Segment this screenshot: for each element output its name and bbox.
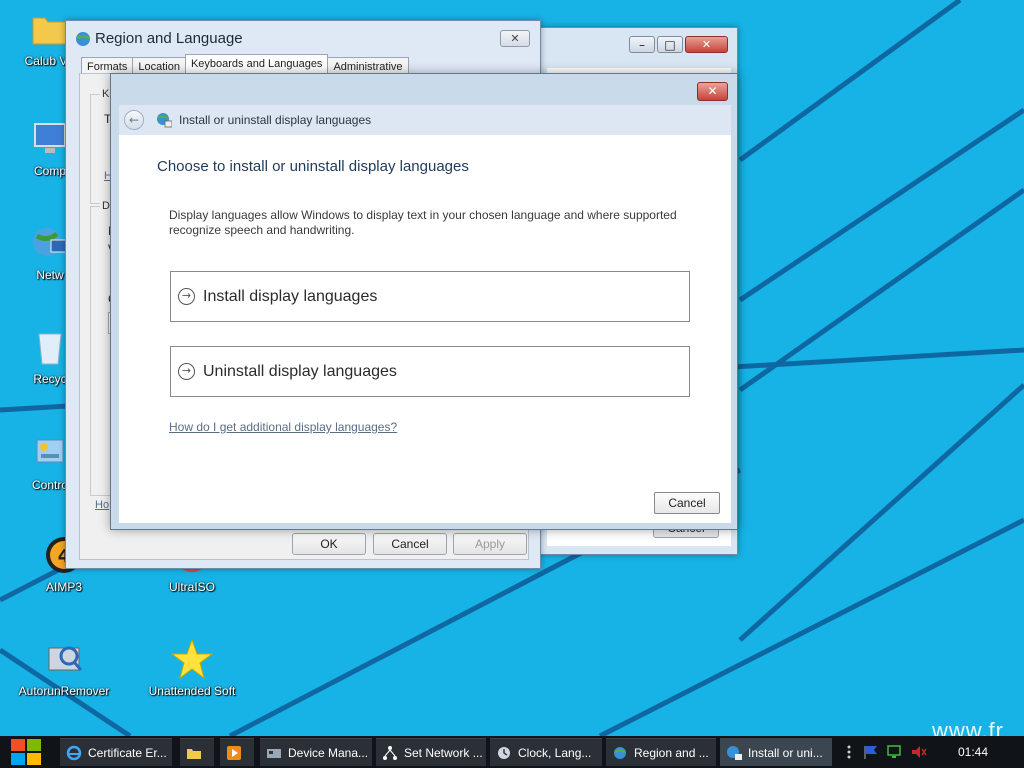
taskbar-item-device-manager[interactable]: Device Mana... — [260, 738, 372, 766]
globe-icon — [76, 32, 90, 46]
region-icon — [614, 746, 626, 759]
taskbar-item-set-network[interactable]: Set Network ... — [376, 738, 486, 766]
page-heading: Choose to install or uninstall display l… — [157, 158, 469, 175]
additional-languages-help-link[interactable]: How do I get additional display language… — [169, 420, 397, 434]
dialog-title: Install or uninstall display languages — [179, 113, 372, 127]
ie-icon — [66, 745, 82, 760]
ok-button[interactable]: OK — [292, 533, 366, 555]
taskbar-item-region[interactable]: Region and ... — [606, 738, 716, 766]
tab-keyboards-languages[interactable]: Keyboards and Languages — [184, 54, 329, 75]
taskbar-item-install-language[interactable]: Install or uni... — [720, 738, 832, 766]
window-title: Region and Language — [95, 30, 243, 47]
uninstall-display-languages-button[interactable]: → Uninstall display languages — [170, 346, 690, 397]
taskbar: Certificate Er... Device Mana... Set Net… — [0, 736, 1024, 768]
flag-icon[interactable] — [862, 744, 880, 760]
install-display-languages-button[interactable]: → Install display languages — [170, 271, 690, 322]
taskbar-item-label: Certificate Er... — [88, 745, 167, 760]
desktop-icon-label: Unattended Soft — [148, 684, 236, 698]
back-button[interactable]: ← — [124, 110, 144, 130]
close-button[interactable]: ✕ — [685, 36, 728, 53]
desktop-icon-unattended[interactable]: Unattended Soft — [142, 638, 242, 698]
taskbar-item-label: Install or uni... — [748, 745, 823, 760]
desktop-icon-label: AutorunRemover — [18, 684, 110, 698]
explorer-folder-icon — [187, 748, 201, 759]
windows-logo-icon — [11, 739, 41, 765]
autorun-remover-icon — [43, 638, 85, 680]
minimize-button[interactable]: – — [629, 36, 655, 53]
cancel-button[interactable]: Cancel — [654, 492, 720, 514]
cancel-button[interactable]: Cancel — [373, 533, 447, 555]
star-icon — [170, 638, 214, 680]
network-icon — [383, 745, 397, 760]
maximize-button[interactable]: □ — [657, 36, 683, 53]
help-link[interactable]: Ho — [95, 499, 109, 511]
system-tray — [840, 736, 950, 768]
taskbar-item-media-player[interactable] — [220, 738, 254, 766]
overflow-icon[interactable] — [844, 744, 854, 760]
taskbar-item-label: Set Network ... — [404, 745, 483, 760]
device-manager-icon — [267, 748, 281, 758]
start-button[interactable] — [0, 736, 52, 768]
desktop-icon-autorun-remover[interactable]: AutorunRemover — [14, 638, 114, 698]
close-button[interactable]: ✕ — [697, 82, 728, 101]
desktop-icon-label: UltraISO — [168, 580, 215, 594]
clock-language-icon — [498, 746, 510, 759]
taskbar-item-clock-language[interactable]: Clock, Lang... — [490, 738, 602, 766]
install-language-icon — [727, 745, 742, 760]
system-clock[interactable]: 01:44 — [958, 745, 988, 759]
dialog-content: Choose to install or uninstall display l… — [119, 135, 731, 523]
arrow-right-circle-icon: → — [178, 288, 195, 305]
taskbar-item-label: Region and ... — [634, 745, 709, 760]
media-player-icon — [227, 745, 241, 760]
network-status-icon[interactable] — [886, 744, 904, 760]
apply-button[interactable]: Apply — [453, 533, 527, 555]
language-globe-icon — [157, 113, 172, 128]
close-button[interactable]: ✕ — [500, 30, 530, 47]
volume-muted-icon[interactable] — [910, 744, 928, 760]
taskbar-item-label: Clock, Lang... — [518, 745, 592, 760]
install-languages-dialog: ✕ ← Install or uninstall display languag… — [110, 73, 738, 530]
taskbar-item-certificate[interactable]: Certificate Er... — [60, 738, 172, 766]
dialog-nav-bar: ← Install or uninstall display languages — [119, 105, 731, 135]
desktop-icon-label: AIMP3 — [45, 580, 82, 594]
uninstall-display-languages-label: Uninstall display languages — [203, 362, 397, 380]
taskbar-item-explorer[interactable] — [180, 738, 214, 766]
taskbar-item-label: Device Mana... — [288, 745, 369, 760]
install-display-languages-label: Install display languages — [203, 287, 378, 305]
page-description: Display languages allow Windows to displ… — [169, 208, 677, 237]
arrow-right-circle-icon: → — [178, 363, 195, 380]
